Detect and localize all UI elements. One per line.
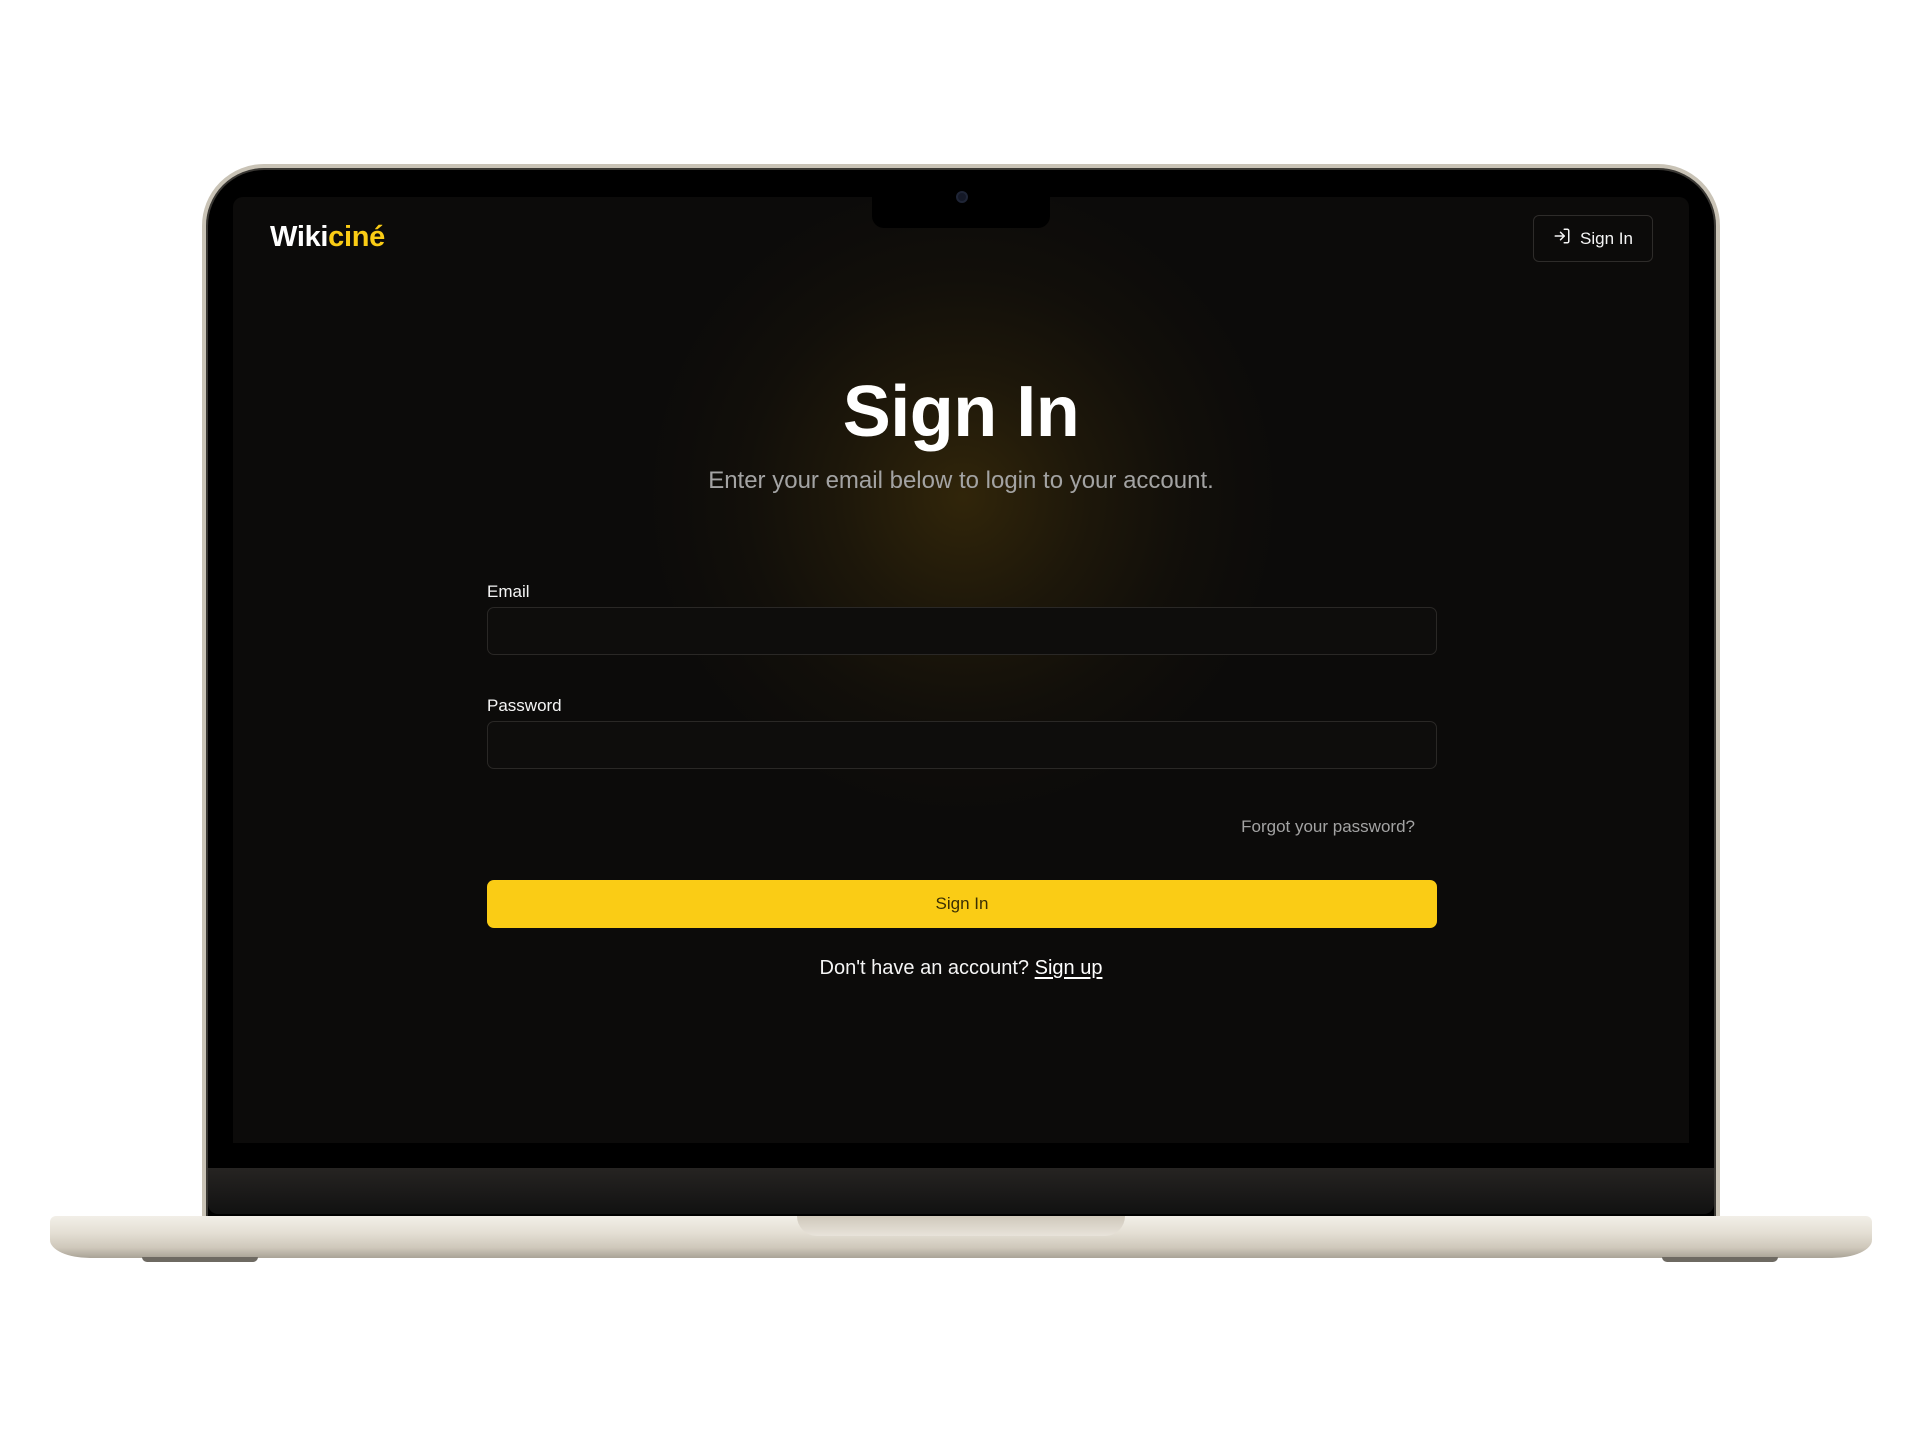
brand-name-part1: Wiki: [270, 221, 329, 253]
page-subtitle: Enter your email below to login to your …: [708, 467, 1214, 494]
signup-line: Don't have an account? Sign up: [233, 957, 1689, 980]
password-field[interactable]: [487, 721, 1437, 769]
laptop-foot-right: [1662, 1257, 1778, 1262]
log-in-icon: [1553, 227, 1571, 250]
password-label: Password: [487, 696, 562, 715]
camera-icon: [956, 191, 968, 203]
forgot-password-link[interactable]: Forgot your password?: [1241, 817, 1415, 837]
laptop-base-notch: [797, 1216, 1125, 1236]
brand-logo[interactable]: Wikiciné: [270, 221, 385, 254]
email-label: Email: [487, 582, 530, 601]
page-title: Sign In: [842, 372, 1080, 452]
header-signin-button[interactable]: Sign In: [1533, 215, 1653, 262]
signup-link[interactable]: Sign up: [1035, 957, 1103, 979]
header-signin-label: Sign In: [1580, 228, 1633, 248]
laptop-chin: [208, 1168, 1714, 1214]
background-glow: [653, 197, 1273, 807]
screen: Wikiciné Sign In Sign In Enter your emai…: [233, 197, 1689, 1143]
brand-name-part2: ciné: [328, 221, 386, 253]
signin-submit-button[interactable]: Sign In: [487, 880, 1437, 928]
email-field[interactable]: [487, 607, 1437, 655]
signup-prompt: Don't have an account?: [819, 957, 1030, 979]
laptop-foot-left: [142, 1257, 258, 1262]
